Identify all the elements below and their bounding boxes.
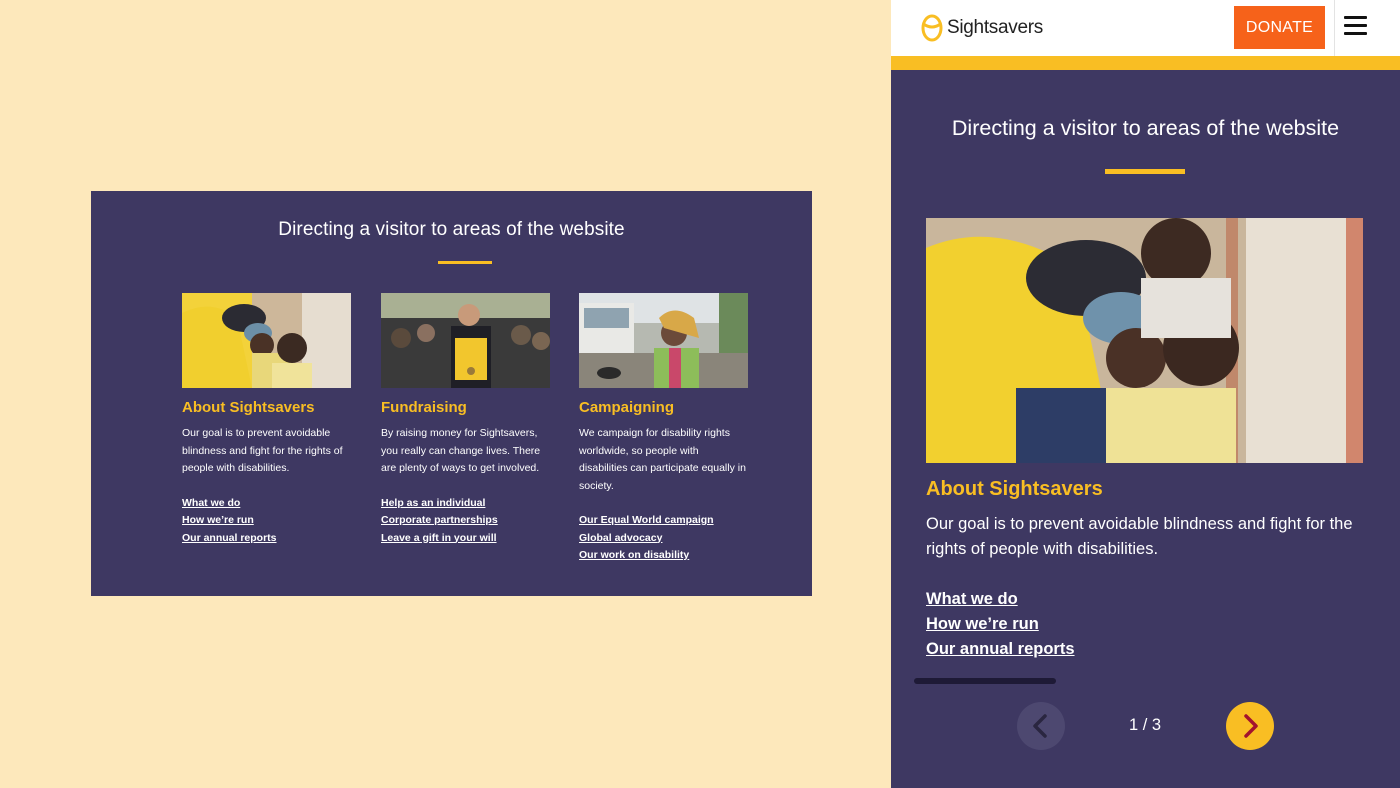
carousel-prev-button[interactable] (1017, 702, 1065, 750)
header-accent-bar (891, 56, 1400, 70)
title-underline (1105, 169, 1185, 174)
carousel-card-links: What we do How we’re run Our annual repo… (926, 587, 1075, 662)
chevron-right-icon (1244, 714, 1258, 738)
card-about: About Sightsavers Our goal is to prevent… (182, 293, 352, 547)
link-annual-reports[interactable]: Our annual reports (926, 640, 1075, 658)
link-how-were-run[interactable]: How we’re run (926, 615, 1039, 633)
link-what-we-do[interactable]: What we do (926, 590, 1018, 608)
carousel-card-heading: About Sightsavers (926, 478, 1103, 500)
link-corporate-partnerships[interactable]: Corporate partnerships (381, 514, 498, 526)
mobile-header: Sightsavers DONATE (891, 0, 1400, 56)
link-work-on-disability[interactable]: Our work on disability (579, 549, 689, 561)
donate-button[interactable]: DONATE (1234, 6, 1325, 49)
link-what-we-do[interactable]: What we do (182, 497, 240, 509)
desktop-panel: Directing a visitor to areas of the webs… (91, 191, 812, 596)
header-divider (1334, 0, 1335, 56)
card-links: Help as an individual Corporate partners… (381, 495, 551, 548)
card-links: Our Equal World campaign Global advocacy… (579, 512, 749, 565)
title-underline (438, 261, 492, 264)
link-gift-in-will[interactable]: Leave a gift in your will (381, 532, 497, 544)
brand-name[interactable]: Sightsavers (947, 17, 1043, 39)
card-description: Our goal is to prevent avoidable blindne… (182, 427, 343, 474)
carousel-pager: 1 / 3 (1128, 716, 1162, 734)
hamburger-menu-icon[interactable] (1344, 16, 1367, 38)
carousel-scrollbar[interactable] (914, 678, 1056, 684)
card-image-campaigner (579, 293, 748, 388)
card-description: By raising money for Sightsavers, you re… (381, 427, 541, 474)
carousel-next-button[interactable] (1226, 702, 1274, 750)
card-campaigning: Campaigning We campaign for disability r… (579, 293, 749, 565)
link-equal-world[interactable]: Our Equal World campaign (579, 514, 714, 526)
card-fundraising: Fundraising By raising money for Sightsa… (381, 293, 551, 547)
card-description: We campaign for disability rights worldw… (579, 427, 746, 492)
mobile-section-title: Directing a visitor to areas of the webs… (951, 116, 1340, 140)
card-heading: Fundraising (381, 399, 467, 416)
card-heading: About Sightsavers (182, 399, 315, 416)
card-links: What we do How we’re run Our annual repo… (182, 495, 352, 548)
link-how-were-run[interactable]: How we’re run (182, 514, 254, 526)
mobile-panel: Sightsavers DONATE Directing a visitor t… (891, 0, 1400, 788)
desktop-section-title: Directing a visitor to areas of the webs… (278, 219, 625, 240)
carousel-image-eye-exam (926, 218, 1363, 463)
link-help-individual[interactable]: Help as an individual (381, 497, 485, 509)
link-global-advocacy[interactable]: Global advocacy (579, 532, 662, 544)
card-image-runner (381, 293, 550, 388)
carousel-card-description: Our goal is to prevent avoidable blindne… (926, 515, 1353, 558)
card-image-eye-exam (182, 293, 351, 388)
chevron-left-icon (1033, 714, 1047, 738)
sightsavers-logo-icon[interactable] (921, 14, 943, 42)
card-heading: Campaigning (579, 399, 675, 416)
link-annual-reports[interactable]: Our annual reports (182, 532, 277, 544)
